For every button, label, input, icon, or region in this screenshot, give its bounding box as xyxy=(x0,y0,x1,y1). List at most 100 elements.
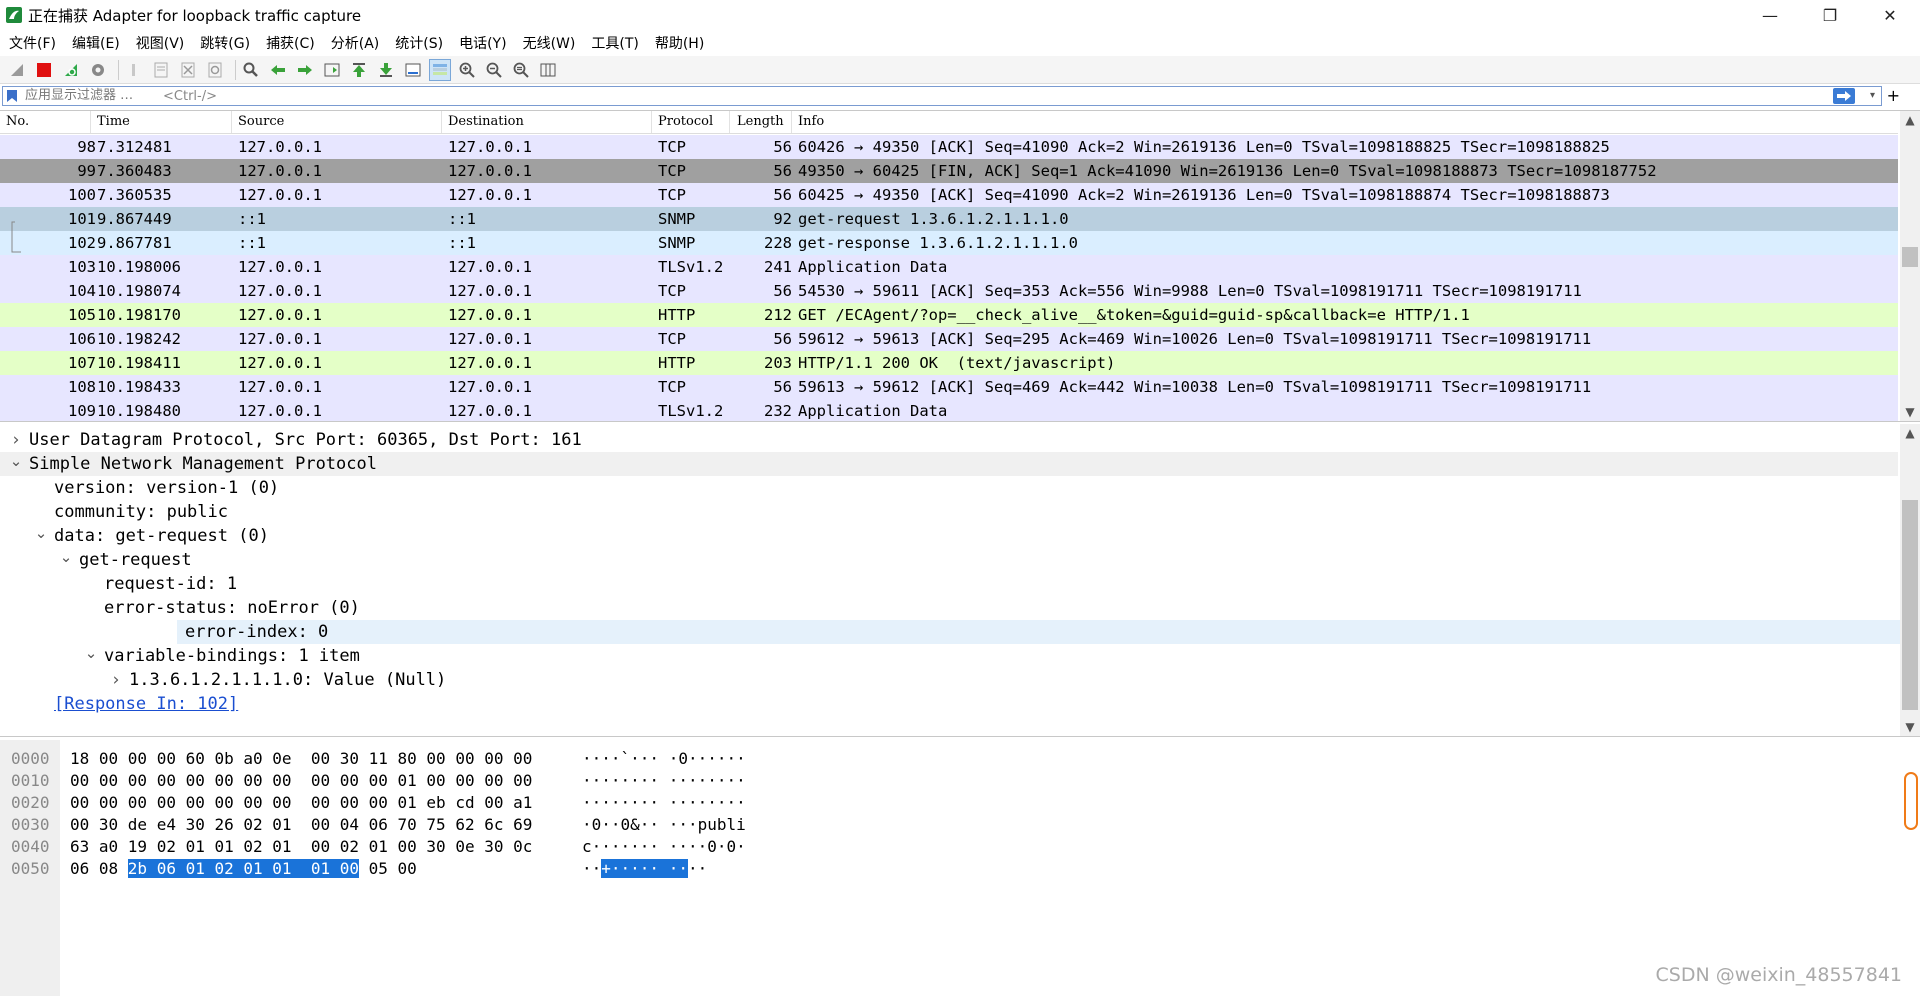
bookmark-icon[interactable] xyxy=(6,89,18,103)
add-filter-button-icon[interactable]: + xyxy=(1887,85,1900,107)
filter-dropdown-icon[interactable]: ▾ xyxy=(1870,87,1875,105)
zoom-out-icon[interactable] xyxy=(483,59,505,81)
related-packet-bracket-icon xyxy=(11,221,21,253)
column-header-source[interactable]: Source xyxy=(238,114,284,129)
resize-columns-icon[interactable] xyxy=(537,59,559,81)
byte-hex[interactable]: 00 00 00 00 00 00 00 00 00 00 00 01 00 0… xyxy=(70,770,532,792)
find-icon[interactable] xyxy=(240,59,262,81)
packet-row[interactable]: 107 10.198411 127.0.0.1 127.0.0.1 HTTP 203 HTT… xyxy=(0,351,1898,375)
menu-capture[interactable]: 捕获(C) xyxy=(258,33,323,53)
detail-row[interactable]: ⌄ get-request xyxy=(0,548,1898,572)
byte-hex[interactable]: 63 a0 19 02 01 01 02 01 00 02 01 00 30 0… xyxy=(70,836,532,858)
detail-row[interactable]: › 1.3.6.1.2.1.1.1.0: Value (Null) xyxy=(0,668,1898,692)
packet-row[interactable]: 102 9.867781::1::1 SNMP 228 get-response 1.3… xyxy=(0,231,1898,255)
detail-row[interactable]: › User Datagram Protocol, Src Port: 60365… xyxy=(0,428,1898,452)
display-filter-input[interactable] xyxy=(163,87,1763,105)
goto-icon[interactable] xyxy=(321,59,343,81)
detail-row[interactable]: version: version-1 (0) xyxy=(0,476,1898,500)
forward-icon[interactable] xyxy=(294,59,316,81)
menu-file[interactable]: 文件(F) xyxy=(0,33,64,53)
colorize-icon[interactable] xyxy=(429,58,451,81)
menu-statistics[interactable]: 统计(S) xyxy=(387,33,451,53)
minimize-button[interactable]: — xyxy=(1740,0,1800,30)
close-button[interactable]: ✕ xyxy=(1860,0,1920,30)
open-icon[interactable] xyxy=(123,59,145,81)
packet-row[interactable]: 105 10.198170 127.0.0.1 127.0.0.1 HTTP 212 GET… xyxy=(0,303,1898,327)
scrollbar-thumb[interactable] xyxy=(1902,500,1918,710)
shark-fin-icon[interactable] xyxy=(6,59,28,81)
response-in-link[interactable]: [Response In: 102] xyxy=(54,694,238,714)
menu-view[interactable]: 视图(V) xyxy=(128,33,193,53)
menu-edit[interactable]: 编辑(E) xyxy=(64,33,128,53)
detail-row[interactable]: request-id: 1 xyxy=(0,572,1898,596)
expanded-chevron-icon[interactable]: ⌄ xyxy=(58,548,74,566)
first-icon[interactable] xyxy=(348,59,370,81)
scroll-down-icon[interactable]: ▼ xyxy=(1900,718,1920,736)
menu-help[interactable]: 帮助(H) xyxy=(647,33,712,53)
byte-ascii[interactable]: ····`··· ·0······ xyxy=(582,748,746,770)
byte-ascii[interactable]: ··+····· ···· xyxy=(582,858,707,880)
restore-button[interactable]: ❐ xyxy=(1800,0,1860,30)
restart-icon[interactable] xyxy=(60,59,82,81)
byte-hex[interactable]: 18 00 00 00 60 0b a0 0e 00 30 11 80 00 0… xyxy=(70,748,532,770)
stop-icon[interactable] xyxy=(33,59,55,81)
expanded-chevron-icon[interactable]: ⌄ xyxy=(33,524,49,542)
byte-hex[interactable]: 00 30 de e4 30 26 02 01 00 04 06 70 75 6… xyxy=(70,814,532,836)
menu-analyze[interactable]: 分析(A) xyxy=(323,33,388,53)
column-header-info[interactable]: Info xyxy=(798,114,824,129)
packet-row[interactable]: 106 10.198242 127.0.0.1 127.0.0.1 TCP 56 59612… xyxy=(0,327,1898,351)
byte-ascii[interactable]: ·0··0&·· ···publi xyxy=(582,814,746,836)
scroll-up-icon[interactable]: ▲ xyxy=(1900,424,1920,442)
detail-row[interactable]: community: public xyxy=(0,500,1898,524)
byte-ascii[interactable]: ········ ········ xyxy=(582,792,746,814)
collapsed-chevron-icon[interactable]: › xyxy=(8,428,24,452)
detail-row[interactable]: ⌄ variable-bindings: 1 item xyxy=(0,644,1898,668)
detail-row[interactable]: ⌄ data: get-request (0) xyxy=(0,524,1898,548)
detail-row[interactable]: error-status: noError (0) xyxy=(0,596,1898,620)
details-scrollbar[interactable]: ▲ ▼ xyxy=(1900,424,1920,736)
packet-list-scrollbar[interactable]: ▲ ▼ xyxy=(1900,111,1920,421)
byte-ascii[interactable]: ········ ········ xyxy=(582,770,746,792)
byte-hex[interactable]: 00 00 00 00 00 00 00 00 00 00 00 01 eb c… xyxy=(70,792,532,814)
packet-row[interactable]: 101 9.867449::1::1 SNMP 92 get-request 1.3.6… xyxy=(0,207,1898,231)
autoscroll-icon[interactable] xyxy=(402,59,424,81)
byte-hex[interactable]: 06 08 2b 06 01 02 01 01 01 00 05 00 xyxy=(70,858,417,880)
menu-wireless[interactable]: 无线(W) xyxy=(515,33,584,53)
apply-filter-arrow-icon[interactable] xyxy=(1833,88,1855,104)
scrollbar-thumb[interactable] xyxy=(1902,247,1918,267)
detail-row[interactable]: [Response In: 102] xyxy=(0,692,1898,716)
detail-link-wrap[interactable]: [Response In: 102] xyxy=(54,692,238,716)
back-icon[interactable] xyxy=(267,59,289,81)
menu-telephony[interactable]: 电话(Y) xyxy=(451,33,514,53)
packet-row[interactable]: 100 7.360535 127.0.0.1 127.0.0.1 TCP 56 60425 … xyxy=(0,183,1898,207)
column-header-protocol[interactable]: Protocol xyxy=(658,114,713,129)
column-header-no[interactable]: No. xyxy=(6,114,29,129)
packet-row[interactable]: 98 7.312481 127.0.0.1 127.0.0.1 TCP 56 60426 →… xyxy=(0,135,1898,159)
packet-row[interactable]: 109 10.198480 127.0.0.1 127.0.0.1 TLSv1.2 232… xyxy=(0,399,1898,421)
last-icon[interactable] xyxy=(375,59,397,81)
menu-go[interactable]: 跳转(G) xyxy=(192,33,258,53)
zoom-in-icon[interactable] xyxy=(456,59,478,81)
zoom-normal-icon[interactable] xyxy=(510,59,532,81)
scroll-down-icon[interactable]: ▼ xyxy=(1900,403,1920,421)
byte-ascii[interactable]: c······· ····0·0· xyxy=(582,836,746,858)
packet-row[interactable]: 104 10.198074 127.0.0.1 127.0.0.1 TCP 56 54530… xyxy=(0,279,1898,303)
menu-tools[interactable]: 工具(T) xyxy=(583,33,646,53)
expanded-chevron-icon[interactable]: ⌄ xyxy=(8,452,24,470)
close-file-icon[interactable] xyxy=(177,59,199,81)
column-header-time[interactable]: Time xyxy=(97,114,130,129)
scroll-up-icon[interactable]: ▲ xyxy=(1900,111,1920,129)
save-icon[interactable] xyxy=(150,59,172,81)
detail-row[interactable]: error-index: 0 xyxy=(177,620,1920,644)
expanded-chevron-icon[interactable]: ⌄ xyxy=(83,644,99,662)
packet-row[interactable]: 103 10.198006 127.0.0.1 127.0.0.1 TLSv1.2 241… xyxy=(0,255,1898,279)
options-icon[interactable] xyxy=(87,59,109,81)
column-header-destination[interactable]: Destination xyxy=(448,114,524,129)
reload-icon[interactable] xyxy=(204,59,226,81)
packet-row[interactable]: 108 10.198433 127.0.0.1 127.0.0.1 TCP 56 59613… xyxy=(0,375,1898,399)
column-header-length[interactable]: Length xyxy=(737,114,784,129)
bytes-scrollbar-thumb[interactable] xyxy=(1904,772,1918,830)
packet-row[interactable]: 99 7.360483 127.0.0.1 127.0.0.1 TCP 56 49350 →… xyxy=(0,159,1898,183)
collapsed-chevron-icon[interactable]: › xyxy=(108,668,124,692)
detail-row[interactable]: ⌄ Simple Network Management Protocol xyxy=(0,452,1898,476)
